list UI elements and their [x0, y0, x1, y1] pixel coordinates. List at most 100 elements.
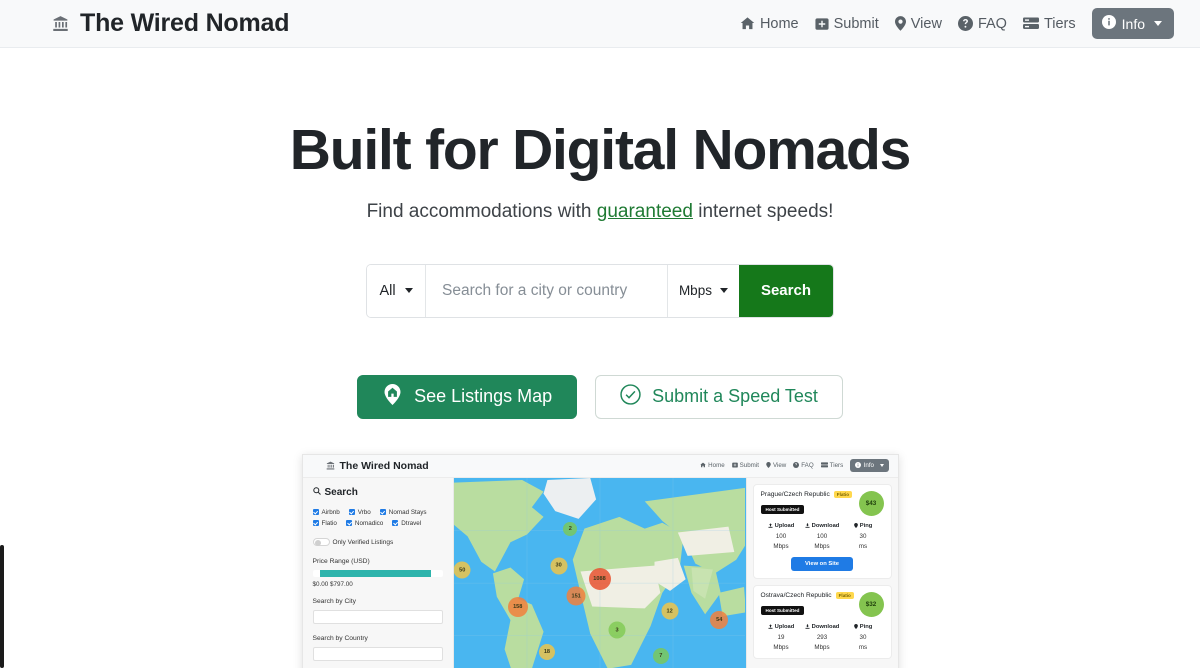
listing-stat-upload-value: 19	[777, 633, 785, 641]
listing-card[interactable]: $32 Ostrava/Czech Republic Flatio Host S…	[752, 584, 892, 659]
listing-card[interactable]: $43 Prague/Czech Republic Flatio Host Su…	[752, 483, 892, 579]
page-scrollbar[interactable]	[0, 48, 5, 668]
map-cluster[interactable]: 2	[563, 522, 578, 537]
preview-info-dropdown-button[interactable]: Info	[850, 459, 889, 473]
preview-verified-toggle-row[interactable]: Only Verified Listings	[312, 537, 443, 547]
listing-stat-ping-value: 30	[859, 532, 867, 540]
preview-listings-panel: $43 Prague/Czech Republic Flatio Host Su…	[745, 477, 898, 668]
chevron-down-icon	[404, 288, 413, 294]
map-cluster[interactable]: 158	[507, 596, 528, 617]
listing-stat-ping-label: Ping	[859, 523, 873, 530]
plus-square-icon	[815, 17, 829, 31]
nav-item-faq[interactable]: FAQ	[957, 16, 1007, 32]
listing-stat-ping-value: 30	[859, 633, 867, 641]
checkbox-icon[interactable]	[312, 509, 319, 516]
map-marker-icon	[766, 461, 771, 470]
listing-stat-upload-unit: Mbps	[773, 542, 789, 550]
listing-title: Prague/Czech Republic	[760, 490, 830, 498]
search-type-dropdown[interactable]: All	[367, 264, 426, 317]
listing-stat-download: Download 293 Mbps	[802, 624, 843, 651]
question-circle-icon	[793, 461, 800, 470]
preview-country-input[interactable]	[312, 647, 443, 662]
nav-links: Home Submit View FAQ Tiers Info	[740, 8, 1174, 39]
guaranteed-link[interactable]: guaranteed	[597, 201, 693, 222]
hero-subtitle-after: internet speeds!	[692, 200, 834, 222]
preview-nav-item-submit[interactable]: Submit	[731, 462, 759, 470]
preview-nav-item-view[interactable]: View	[766, 461, 786, 470]
app-preview-section: The Wired Nomad Home Submit View FAQ Tie…	[0, 453, 1200, 668]
checkbox-icon[interactable]	[348, 509, 355, 516]
listing-title: Ostrava/Czech Republic	[760, 591, 832, 599]
preview-filter-dtravel-label: Dtravel	[401, 519, 422, 527]
preview-nav-item-faq-label: FAQ	[801, 462, 814, 470]
brand[interactable]: The Wired Nomad	[52, 11, 289, 36]
preview-body: Search Airbnb Vrbo Nomad Stays Flatio No…	[302, 477, 898, 668]
nav-item-tiers[interactable]: Tiers	[1022, 16, 1076, 32]
map-cluster[interactable]: 30	[550, 557, 568, 575]
server-icon	[1022, 17, 1039, 30]
checkbox-icon[interactable]	[312, 520, 319, 527]
listing-stat-download-label: Download	[811, 523, 840, 530]
info-dropdown-button[interactable]: Info	[1091, 8, 1174, 39]
search-group: All Mbps Search	[366, 263, 834, 318]
preview-filter-airbnb[interactable]: Airbnb	[312, 509, 340, 516]
nav-item-submit[interactable]: Submit	[815, 16, 879, 32]
map-cluster[interactable]: 151	[566, 586, 586, 606]
listing-view-on-site-button[interactable]: View on Site	[791, 556, 853, 571]
page-title: Built for Digital Nomads	[289, 118, 912, 182]
listing-stat-download-header: Download	[802, 523, 843, 530]
search-button[interactable]: Search	[738, 264, 833, 317]
app-preview-screenshot[interactable]: The Wired Nomad Home Submit View FAQ Tie…	[301, 453, 899, 668]
preview-filter-nomad-stays[interactable]: Nomad Stays	[379, 509, 427, 516]
listing-stat-download-header: Download	[802, 624, 843, 631]
preview-map[interactable]: 2 50 30 158 1088 151 3 12 54 18 7	[453, 477, 746, 668]
see-listings-map-button[interactable]: See Listings Map	[357, 374, 578, 419]
preview-nav-item-home[interactable]: Home	[700, 462, 725, 470]
download-icon	[805, 624, 810, 631]
price-range-slider[interactable]	[312, 570, 443, 578]
chevron-down-icon	[1154, 21, 1162, 26]
preview-filter-dtravel[interactable]: Dtravel	[392, 520, 421, 527]
map-cluster[interactable]: 12	[661, 602, 679, 620]
map-cluster[interactable]: 18	[538, 643, 555, 660]
map-cluster[interactable]: 54	[710, 610, 729, 629]
preview-nav-item-submit-label: Submit	[739, 462, 759, 470]
preview-nav-item-tiers[interactable]: Tiers	[820, 462, 843, 470]
listing-stat-download-unit: Mbps	[814, 542, 830, 550]
nav-item-home[interactable]: Home	[740, 16, 799, 32]
preview-nav-links: Home Submit View FAQ Tiers Info	[700, 459, 889, 473]
search-unit-dropdown[interactable]: Mbps	[666, 264, 739, 317]
preview-platform-filters: Airbnb Vrbo Nomad Stays Flatio Nomadico …	[312, 509, 443, 527]
checkbox-icon[interactable]	[379, 509, 386, 516]
preview-price-values: $0.00 $797.00	[313, 581, 443, 588]
info-dropdown-label: Info	[1121, 15, 1145, 32]
checkbox-icon[interactable]	[345, 520, 352, 527]
map-cluster[interactable]: 1088	[588, 567, 611, 590]
submit-speed-test-label: Submit a Speed Test	[652, 386, 818, 407]
preview-country-label: Search by Country	[312, 635, 368, 643]
preview-brand-title: The Wired Nomad	[339, 459, 429, 472]
map-cluster[interactable]: 7	[652, 648, 669, 665]
preview-nav-item-faq[interactable]: FAQ	[793, 461, 814, 470]
preview-search-heading: Search	[324, 486, 358, 498]
preview-city-input[interactable]	[312, 610, 443, 625]
preview-filter-nomadico[interactable]: Nomadico	[345, 519, 384, 527]
preview-filter-flatio-label: Flatio	[321, 519, 337, 527]
check-circle-icon	[620, 384, 641, 410]
map-cluster[interactable]: 3	[608, 621, 626, 639]
listing-stat-upload-label: Upload	[774, 624, 795, 631]
price-max-value: $797.00	[330, 581, 353, 589]
brand-title: The Wired Nomad	[80, 9, 290, 37]
submit-speed-test-button[interactable]: Submit a Speed Test	[595, 374, 843, 419]
verified-toggle[interactable]	[312, 537, 330, 547]
search-input[interactable]	[426, 264, 667, 317]
listing-stat-upload-value: 100	[775, 532, 787, 540]
preview-filter-vrbo[interactable]: Vrbo	[348, 509, 371, 516]
listing-stat-ping-unit: ms	[858, 542, 868, 550]
checkbox-icon[interactable]	[392, 520, 399, 527]
preview-filter-flatio[interactable]: Flatio	[312, 519, 337, 527]
nav-item-view[interactable]: View	[894, 16, 942, 32]
listing-stat-ping-header: Ping	[843, 623, 884, 631]
map-cluster[interactable]: 50	[453, 561, 471, 579]
preview-filter-nomadico-label: Nomadico	[354, 519, 384, 527]
